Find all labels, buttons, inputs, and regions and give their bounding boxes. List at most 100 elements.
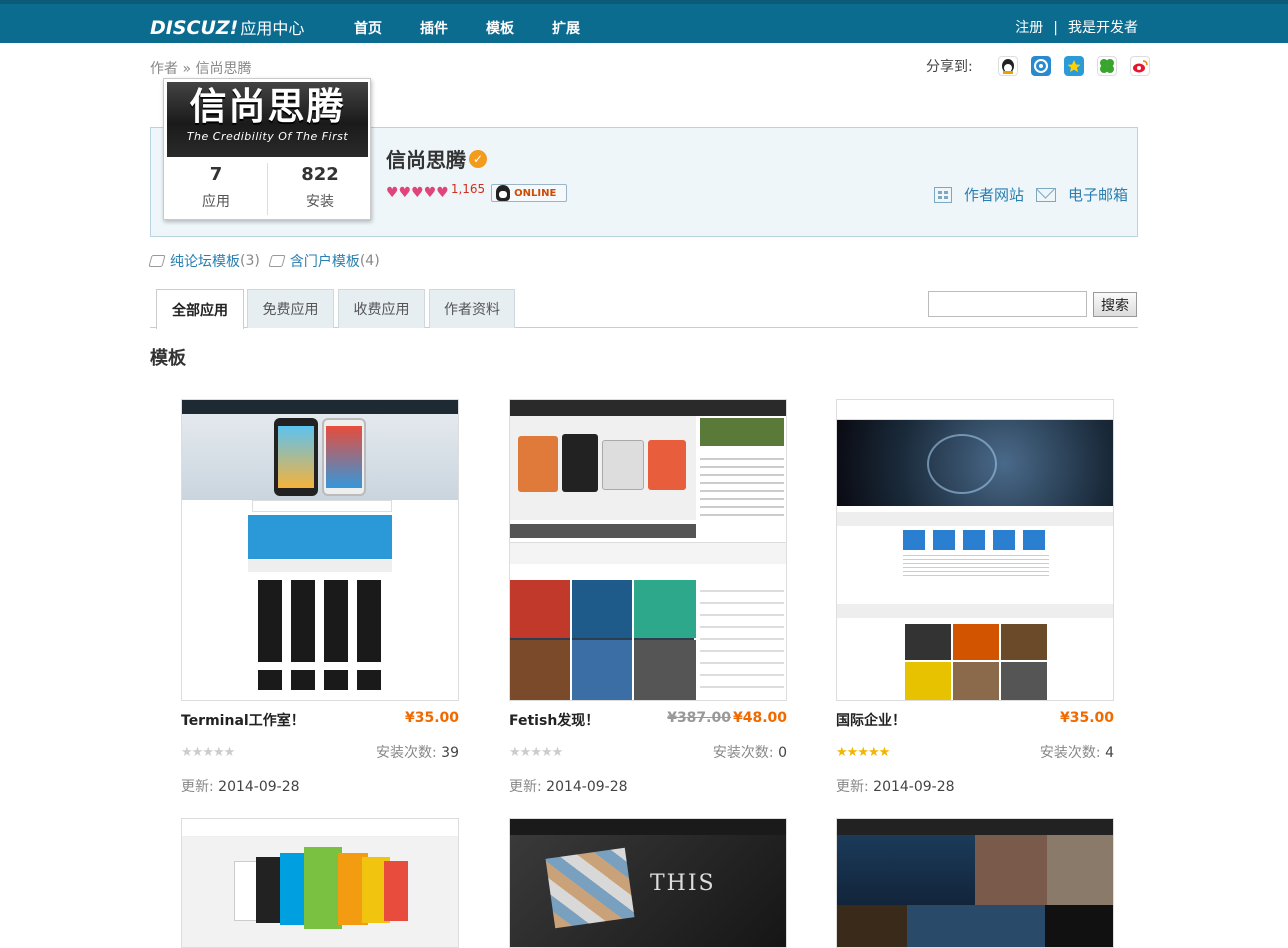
breadcrumb-current: 信尚思腾	[195, 61, 252, 77]
qzone-icon[interactable]	[1030, 56, 1051, 76]
app-card-fetish: Fetish发现！ ¥387.00 ¥48.00 ★★★★★ 安装次数: 0 更新: …	[509, 399, 787, 796]
installs-value: 4	[1105, 745, 1114, 761]
breadcrumb: 作者 » 信尚思腾	[150, 58, 251, 78]
author-email-link[interactable]: 电子邮箱	[1068, 184, 1128, 205]
updated-date: 2014-09-28	[546, 779, 628, 795]
updated-date: 2014-09-28	[873, 779, 955, 795]
author-score: 1,165	[450, 182, 486, 196]
apps-stat: 7 应用	[164, 164, 268, 211]
app-thumbnail[interactable]	[181, 818, 459, 948]
mail-icon	[1036, 187, 1057, 202]
updated-label: 更新:	[181, 779, 214, 795]
app-thumbnail[interactable]	[181, 399, 459, 701]
app-thumbnail[interactable]: THIS	[509, 818, 787, 948]
nav-templates[interactable]: 模板	[486, 18, 514, 38]
installs-stat: 822 安装	[268, 164, 372, 211]
heart-icon: ♥	[411, 185, 424, 201]
tag-icon	[148, 255, 166, 267]
app-price: ¥48.00	[732, 710, 787, 726]
main-nav: 首页 插件 模板 扩展	[354, 18, 618, 38]
tag-icon	[268, 255, 286, 267]
register-link[interactable]: 注册	[1015, 20, 1043, 36]
nav-extensions[interactable]: 扩展	[552, 18, 580, 38]
logo-text: DISCUZ!	[150, 17, 239, 39]
author-card: 信尚思腾 The Credibility Of The First 7 应用 8…	[163, 78, 371, 220]
nav-home[interactable]: 首页	[354, 18, 382, 38]
app-card-creative: THIS	[509, 818, 787, 948]
qq-online-button[interactable]: ONLINE	[491, 184, 568, 202]
updated-date: 2014-09-28	[218, 779, 300, 795]
section-title: 模板	[150, 348, 186, 369]
apps-label: 应用	[202, 194, 230, 210]
developer-link[interactable]: 我是开发者	[1068, 20, 1138, 36]
rating-stars: ★★★★★	[836, 745, 890, 760]
author-website-link[interactable]: 作者网站	[964, 184, 1024, 205]
installs-value: 0	[778, 745, 787, 761]
app-card-international: 国际企业！ ¥35.00 ★★★★★ 安装次数: 4 更新: 2014-09-28	[836, 399, 1114, 796]
author-rating: ♥ ♥ ♥ ♥ ♥ 1,165 ONLINE	[386, 182, 568, 202]
installs-value: 39	[441, 745, 459, 761]
tag-list: 纯论坛模板 (3) 含门户模板 (4)	[148, 251, 390, 271]
app-thumbnail[interactable]	[836, 399, 1114, 701]
weibo-icon[interactable]	[1129, 56, 1150, 76]
app-price: ¥35.00	[1059, 710, 1114, 726]
website-icon	[934, 186, 952, 203]
online-text: ONLINE	[514, 187, 557, 199]
author-name: 信尚思腾 ✓	[386, 144, 487, 173]
thumb-text: THIS	[650, 871, 716, 896]
tag-label: 纯论坛模板	[170, 254, 240, 270]
tab-all-apps[interactable]: 全部应用	[156, 289, 244, 329]
author-name-text: 信尚思腾	[386, 148, 466, 172]
penguin-icon	[496, 185, 511, 201]
author-links: 作者网站 电子邮箱	[934, 184, 1128, 205]
tag-count: (4)	[359, 253, 380, 269]
tag-forum-template[interactable]: 纯论坛模板 (3)	[148, 251, 260, 271]
clover-icon[interactable]	[1096, 56, 1117, 76]
search-input[interactable]	[928, 291, 1087, 317]
breadcrumb-sep: »	[182, 61, 192, 77]
tab-author-info[interactable]: 作者资料	[429, 289, 515, 328]
banner-subtitle: The Credibility Of The First	[186, 130, 349, 143]
heart-icon: ♥	[436, 185, 449, 201]
qq-star-icon[interactable]	[1063, 56, 1084, 76]
breadcrumb-author[interactable]: 作者	[150, 61, 178, 77]
rating-stars: ★★★★★	[509, 745, 563, 760]
app-card-terminal: Terminal工作室！ ¥35.00 ★★★★★ 安装次数: 39 更新: 201…	[181, 399, 459, 796]
tag-label: 含门户模板	[289, 254, 360, 270]
share-label: 分享到:	[926, 59, 973, 75]
app-name[interactable]: Fetish发现！	[509, 710, 599, 730]
app-card-phone-template	[181, 818, 459, 948]
app-name[interactable]: 国际企业！	[836, 710, 906, 730]
apps-count: 7	[209, 164, 223, 185]
tag-portal-template[interactable]: 含门户模板 (4)	[268, 251, 380, 271]
app-name[interactable]: Terminal工作室！	[181, 710, 305, 730]
tab-paid-apps[interactable]: 收费应用	[338, 289, 425, 328]
qq-icon[interactable]	[997, 56, 1018, 76]
tab-free-apps[interactable]: 免费应用	[247, 289, 334, 328]
discuz-logo[interactable]: DISCUZ! 应用中心	[150, 15, 304, 39]
share-bar: 分享到:	[926, 56, 1150, 76]
separator: |	[1053, 20, 1058, 36]
updated-label: 更新:	[836, 779, 869, 795]
heart-icon: ♥	[386, 185, 399, 201]
installs-count: 822	[301, 164, 339, 185]
app-price: ¥35.00	[404, 710, 459, 726]
app-thumbnail[interactable]	[836, 818, 1114, 948]
tag-count: (3)	[240, 253, 260, 269]
author-banner[interactable]: 信尚思腾 The Credibility Of The First	[167, 82, 368, 157]
app-card-news	[836, 818, 1114, 948]
installs-label: 安装次数:	[712, 745, 774, 761]
app-old-price: ¥387.00	[667, 710, 731, 726]
installs-label: 安装次数:	[376, 745, 437, 761]
nav-plugins[interactable]: 插件	[420, 18, 448, 38]
top-navigation-bar: DISCUZ! 应用中心 首页 插件 模板 扩展 注册 | 我是开发者	[0, 0, 1288, 43]
search-button[interactable]: 搜索	[1093, 292, 1137, 317]
user-links: 注册 | 我是开发者	[1015, 17, 1138, 37]
banner-title: 信尚思腾	[189, 84, 346, 128]
heart-icon: ♥	[398, 185, 412, 201]
app-thumbnail[interactable]	[509, 399, 787, 701]
installs-label: 安装	[306, 194, 334, 210]
logo-subtitle: 应用中心	[240, 19, 305, 38]
verified-icon: ✓	[469, 149, 487, 168]
updated-label: 更新:	[509, 779, 542, 795]
